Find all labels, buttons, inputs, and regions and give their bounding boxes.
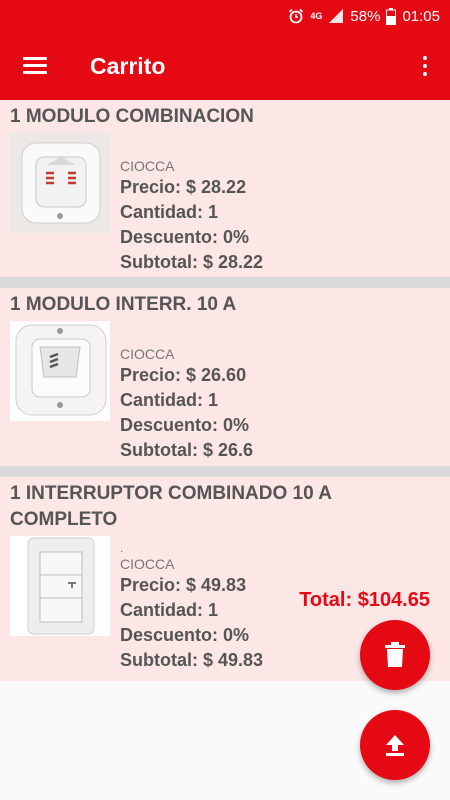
battery-level: 58% <box>350 7 381 25</box>
product-brand: CIOCCA <box>120 556 175 572</box>
product-subtotal: Subtotal: $ 49.83 <box>120 650 264 670</box>
product-price: Precio: $ 49.83 <box>120 575 247 595</box>
product-quantity: Cantidad: 1 <box>120 390 219 410</box>
product-discount: Descuento: 0% <box>120 415 250 435</box>
product-name: 1 MODULO INTERR. 10 A <box>10 294 237 315</box>
battery-icon <box>386 7 397 25</box>
cart-total: Total: $104.65 <box>299 589 430 611</box>
product-quantity: Cantidad: 1 <box>120 202 219 222</box>
status-bar: 4G 58% 01:05 <box>0 0 450 32</box>
product-brand: CIOCCA <box>120 346 175 362</box>
divider <box>0 277 450 288</box>
divider <box>0 466 450 477</box>
product-image <box>10 536 110 636</box>
product-quantity: Cantidad: 1 <box>120 600 219 620</box>
trash-icon <box>385 642 405 667</box>
network-type: 4G <box>310 11 323 21</box>
upload-button[interactable] <box>360 710 430 780</box>
signal-icon <box>329 9 344 23</box>
product-discount: Descuento: 0% <box>120 625 250 645</box>
product-image <box>10 321 110 421</box>
delete-button[interactable] <box>360 620 430 690</box>
page-title: Carrito <box>90 52 166 79</box>
product-subtotal: Subtotal: $ 28.22 <box>120 252 264 272</box>
menu-icon[interactable] <box>23 57 47 75</box>
app-bar: Carrito <box>0 32 450 100</box>
product-description: . <box>120 541 124 555</box>
cart-item[interactable]: 1 MODULO INTERR. 10 A CIOCCA Precio: $ 2… <box>0 288 450 466</box>
product-price: Precio: $ 28.22 <box>120 177 247 197</box>
alarm-icon <box>289 8 304 24</box>
upload-icon <box>386 735 404 756</box>
product-brand: CIOCCA <box>120 158 175 174</box>
product-name: 1 MODULO COMBINACION <box>10 106 254 127</box>
clock: 01:05 <box>402 7 440 25</box>
product-subtotal: Subtotal: $ 26.6 <box>120 440 254 460</box>
product-name: 1 INTERRUPTOR COMBINADO 10 A COMPLETO <box>10 483 332 530</box>
cart-item[interactable]: 1 MODULO COMBINACION CIOCCA Precio: $ 28… <box>0 100 450 277</box>
product-discount: Descuento: 0% <box>120 227 250 247</box>
more-options-icon[interactable] <box>422 54 428 78</box>
product-price: Precio: $ 26.60 <box>120 365 247 385</box>
product-image <box>10 133 110 233</box>
